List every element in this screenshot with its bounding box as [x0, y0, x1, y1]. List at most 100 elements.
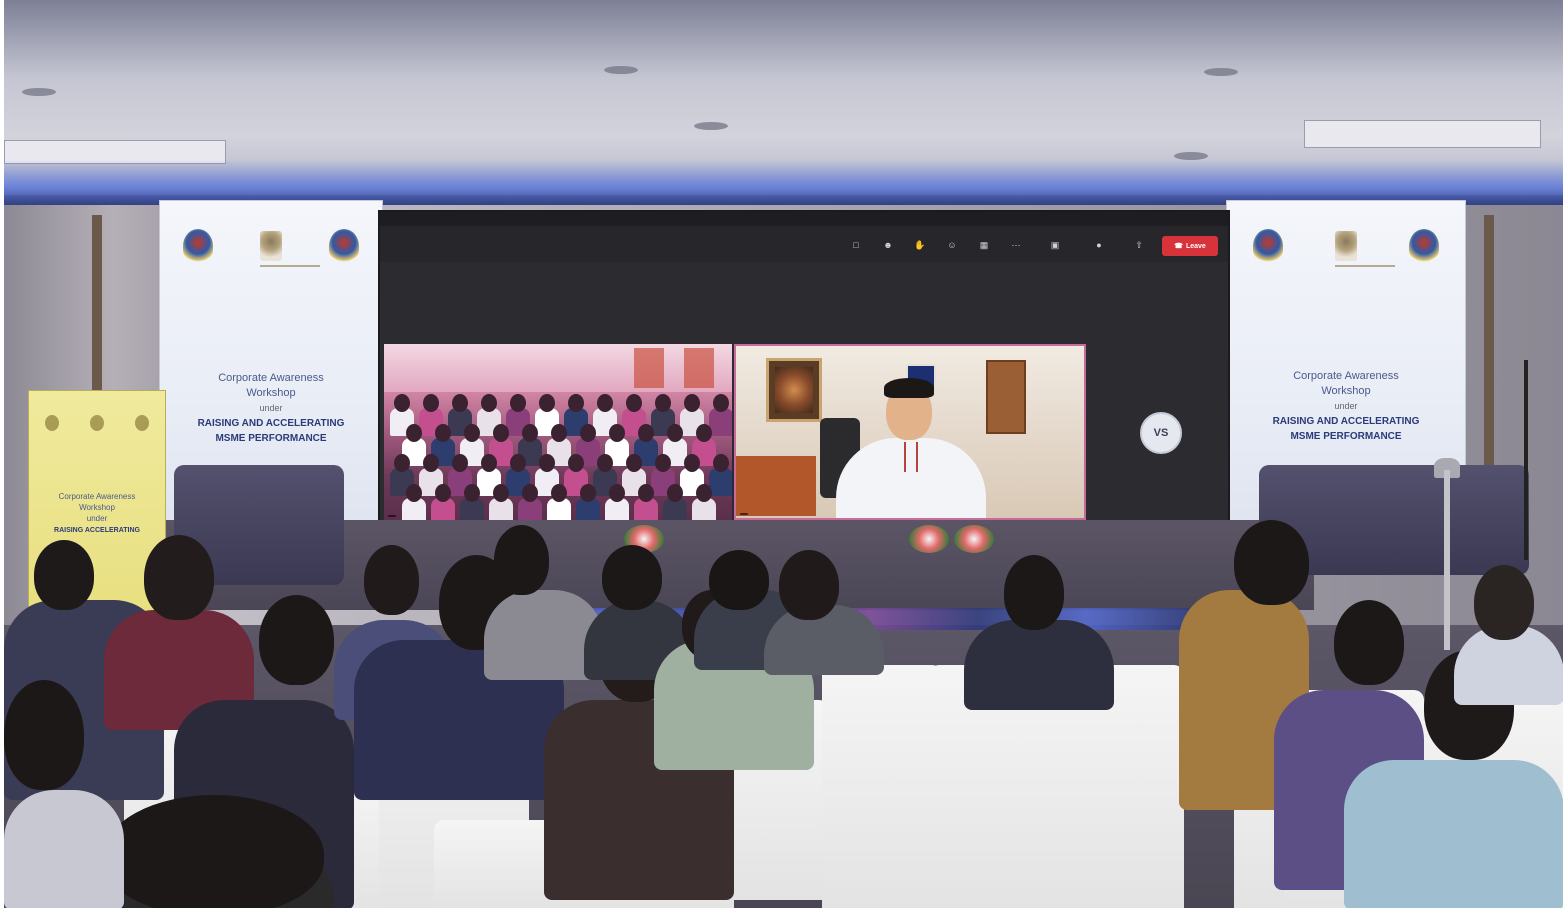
attendee-head [539, 394, 555, 412]
raise-hand-icon[interactable]: ✋ [909, 234, 931, 256]
lamp-stand [1444, 470, 1450, 650]
attendee-head [1234, 520, 1309, 605]
attendee-head [510, 454, 526, 472]
banner-text: Corporate Awareness Workshop under RAISI… [1237, 369, 1455, 444]
attendee-head [667, 484, 683, 502]
attendee-head [1474, 565, 1534, 640]
video-tile-audience[interactable] [384, 344, 732, 520]
phone-icon: ☎ [1174, 243, 1183, 250]
mic-icon[interactable]: ● [1088, 234, 1110, 256]
wall-painting [766, 358, 822, 422]
ceiling-light [604, 66, 638, 74]
attendee-head [394, 394, 410, 412]
attendee-head [709, 550, 769, 610]
podium-logos [29, 415, 165, 431]
react-icon[interactable]: ☺ [941, 234, 963, 256]
share-icon[interactable]: ⇧ [1128, 234, 1150, 256]
attendee-head [713, 454, 729, 472]
flower-arrangement [909, 525, 949, 553]
attendee-shoulders [1344, 760, 1563, 908]
attendee-head [406, 484, 422, 502]
lanyard [904, 442, 918, 472]
banner-line: Workshop [246, 387, 296, 399]
flower-arrangement [954, 525, 994, 553]
attendee-head [609, 484, 625, 502]
banner-text: Corporate Awareness Workshop under RAISI… [170, 371, 372, 446]
attendee-shoulders [964, 620, 1114, 710]
event-photo: Corporate Awareness Workshop under RAISI… [4, 0, 1563, 908]
ceiling-light [1174, 152, 1208, 160]
banner-line: under [1334, 401, 1358, 411]
attendee-head [696, 424, 712, 442]
attendee-head [34, 540, 94, 610]
navy-crest-icon [1253, 229, 1283, 263]
view-icon[interactable]: ▦ [973, 234, 995, 256]
banner-line: RAISING AND ACCELERATING [197, 418, 345, 429]
attendee-head [638, 424, 654, 442]
attendee-head [435, 484, 451, 502]
attendee-head [452, 394, 468, 412]
attendee-head [626, 394, 642, 412]
ministry-seal-icon [1409, 229, 1439, 263]
attendee-head [464, 484, 480, 502]
navy-crest-icon [183, 229, 214, 263]
attendee-head [551, 424, 567, 442]
attendee-head [539, 454, 555, 472]
ministry-seal-icon [135, 415, 150, 431]
tile-name-label [740, 513, 748, 515]
attendee-head [597, 394, 613, 412]
podium-line: Workshop [79, 503, 115, 512]
ceiling-light [22, 88, 56, 96]
attendee-head [364, 545, 419, 615]
attendee-head [580, 484, 596, 502]
attendee-head [259, 595, 334, 685]
national-emblem-icon [259, 231, 282, 261]
podium-text: Corporate Awareness Workshop under RAISI… [29, 491, 165, 536]
attendee-head [667, 424, 683, 442]
wall-panel [684, 348, 714, 388]
meeting-window-titlebar [380, 212, 1228, 226]
chat-icon[interactable]: □ [845, 234, 867, 256]
attendee-head [609, 424, 625, 442]
bookshelf [986, 360, 1026, 434]
banner-line: Corporate Awareness [218, 372, 324, 384]
attendee-head [626, 454, 642, 472]
attendee-head [655, 454, 671, 472]
attendee-head [580, 424, 596, 442]
banner-line: Workshop [1321, 385, 1371, 397]
attendee-head [568, 394, 584, 412]
ceiling-light [694, 122, 728, 130]
attendee-head [481, 394, 497, 412]
video-tile-speaker[interactable] [734, 344, 1086, 520]
attendee-head [144, 535, 214, 620]
attendee-head [1334, 600, 1404, 685]
camera-icon[interactable]: ▣ [1044, 234, 1066, 256]
attendee-head [696, 484, 712, 502]
attendee-head [494, 525, 549, 595]
attendee-body [709, 408, 732, 436]
attendee-head [493, 424, 509, 442]
more-icon[interactable]: ⋯ [1005, 234, 1027, 256]
attendee-head [779, 550, 839, 620]
attendee-head [597, 454, 613, 472]
leave-button[interactable]: ☎ Leave [1162, 236, 1218, 256]
attendee-head [510, 394, 526, 412]
tile-background-wall [384, 344, 732, 392]
attendee-head [684, 394, 700, 412]
meeting-toolbar: □ ☻ ✋ ☺ ▦ ⋯ ▣ ● ⇧ ☎ Leave [380, 226, 1228, 262]
national-emblem-icon [89, 415, 104, 431]
leave-label: Leave [1185, 242, 1206, 250]
tile-name-label [388, 515, 396, 517]
attendee-head [684, 454, 700, 472]
attendee-head [104, 795, 324, 908]
people-icon[interactable]: ☻ [877, 234, 899, 256]
attendee-head [522, 484, 538, 502]
banner-line: RAISING AND ACCELERATING [1272, 416, 1420, 427]
attendee-head [638, 484, 654, 502]
audience-chair [822, 665, 942, 908]
attendee-head [522, 424, 538, 442]
attendee-head [435, 424, 451, 442]
participant-avatar[interactable]: VS [1140, 412, 1182, 454]
podium-line: Corporate Awareness [58, 492, 136, 501]
attendee-head [481, 454, 497, 472]
